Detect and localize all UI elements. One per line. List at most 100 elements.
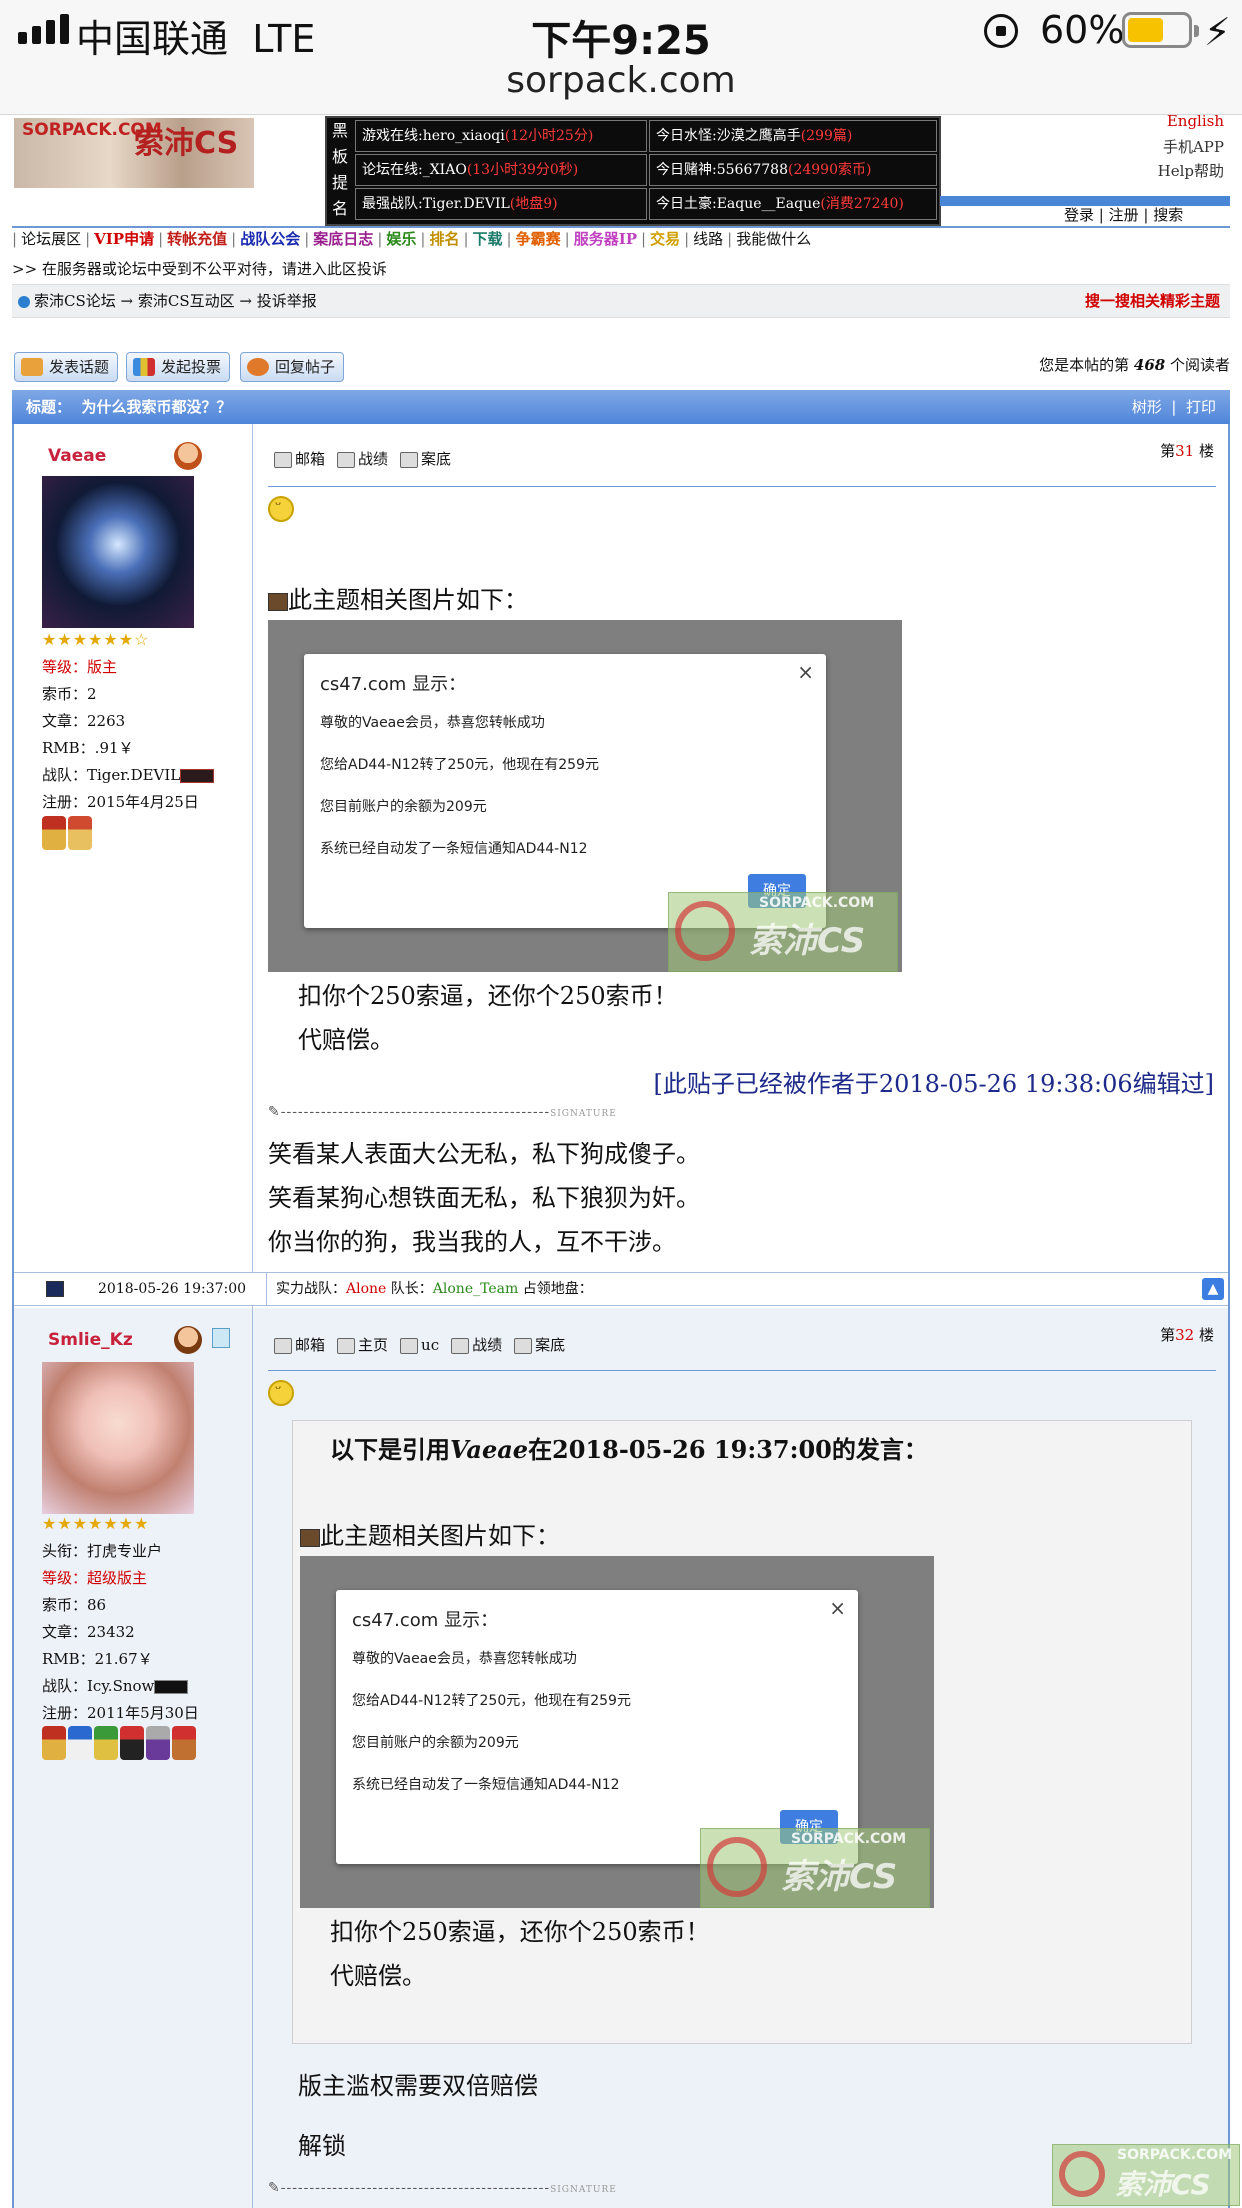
today-water-cell[interactable]: 今日水怪:沙漠之鹰高手(299篇) bbox=[649, 120, 937, 152]
today-rich-cell[interactable]: 今日土豪:Eaque__Eaque(消费27240) bbox=[649, 188, 937, 220]
floating-watermark-logo: SORPACK.COM 索沛CS bbox=[1052, 2144, 1240, 2206]
breadcrumb-bullet-icon bbox=[18, 296, 30, 308]
today-gambler-cell[interactable]: 今日赌神:55667788(24990索币) bbox=[649, 154, 937, 186]
nav-item[interactable]: 线路 bbox=[693, 230, 723, 248]
nav-item[interactable]: 争霸赛 bbox=[516, 230, 561, 248]
case-link[interactable]: 案底 bbox=[514, 1334, 565, 1355]
logo-cn-text: 索沛CS bbox=[134, 126, 239, 161]
register-link[interactable]: 注册 bbox=[1109, 206, 1139, 224]
nav-item[interactable]: 案底日志 bbox=[313, 230, 373, 248]
user-face-icon bbox=[174, 1326, 202, 1354]
captain-link[interactable]: Alone_Team bbox=[433, 1281, 518, 1297]
record-link[interactable]: 战绩 bbox=[337, 448, 388, 469]
print-link[interactable]: 打印 bbox=[1186, 398, 1216, 416]
close-icon: × bbox=[829, 1596, 846, 1620]
blackboard-side-label: 黑板提名 bbox=[331, 121, 348, 218]
close-icon: × bbox=[797, 660, 814, 684]
alert-dialog: cs47.com 显示： × 尊敬的Vaeae会员，恭喜您转帐成功 您给AD44… bbox=[304, 654, 826, 928]
english-link[interactable]: English bbox=[1167, 112, 1224, 130]
post31-attached-image[interactable]: cs47.com 显示： × 尊敬的Vaeae会员，恭喜您转帐成功 您给AD44… bbox=[268, 620, 902, 972]
image-icon bbox=[300, 1528, 320, 1547]
site-logo[interactable]: SORPACK.COM 索沛CS bbox=[14, 118, 254, 188]
post32-rank-stars: ★★★★★★★ bbox=[42, 1514, 150, 1533]
post31-rank-stars: ★★★★★★☆ bbox=[42, 630, 150, 649]
back-to-top-icon[interactable]: ▲ bbox=[1202, 1278, 1224, 1300]
medal-icon bbox=[146, 1726, 170, 1760]
mailbox-link[interactable]: 邮箱 bbox=[274, 1334, 325, 1355]
post31-text-1: 扣你个250索逼，还你个250索币！ bbox=[298, 982, 678, 1010]
quote-header: 以下是引用Vaeae在2018-05-26 19:37:00的发言： bbox=[330, 1435, 928, 1464]
rotation-lock-icon bbox=[984, 14, 1018, 48]
nav-item[interactable]: 战队公会 bbox=[240, 230, 300, 248]
homepage-link[interactable]: 主页 bbox=[337, 1334, 388, 1355]
nav-item[interactable]: 下载 bbox=[473, 230, 503, 248]
nav-item[interactable]: 服务器IP bbox=[574, 230, 637, 248]
mobile-app-link[interactable]: 手机APP bbox=[1163, 136, 1224, 157]
game-online-cell[interactable]: 游戏在线:hero_xiaoqi(12小时25分) bbox=[355, 120, 647, 152]
signature-divider: ✎---------------------------------------… bbox=[268, 1104, 617, 1120]
login-link[interactable]: 登录 bbox=[1064, 206, 1094, 224]
charging-bolt-icon: ⚡ bbox=[1204, 10, 1231, 54]
poll-chart-icon bbox=[133, 358, 155, 376]
smiley-icon bbox=[268, 1379, 294, 1406]
nav-item[interactable]: 我能做什么 bbox=[736, 230, 811, 248]
post31-rule bbox=[268, 486, 1216, 487]
quote-attached-image[interactable]: cs47.com 显示： × 尊敬的Vaeae会员，恭喜您转帐成功 您给AD44… bbox=[300, 1556, 934, 1908]
breadcrumb: 索沛CS论坛 → 索沛CS互动区 → 投诉举报 搜一搜相关精彩主题 bbox=[12, 284, 1230, 318]
nav-item[interactable]: VIP申请 bbox=[94, 230, 154, 248]
quote-image-caption: 此主题相关图片如下： bbox=[300, 1516, 560, 1551]
nav-item[interactable]: 论坛展区 bbox=[21, 230, 81, 248]
post32-avatar[interactable] bbox=[42, 1362, 194, 1514]
new-topic-button[interactable]: 发表话题 bbox=[14, 352, 119, 382]
uc-link[interactable]: uc bbox=[400, 1336, 439, 1354]
soldier-icon bbox=[337, 452, 356, 468]
new-poll-button[interactable]: 发起投票 bbox=[126, 352, 231, 382]
post32-reply-2: 解锁 bbox=[298, 2132, 346, 2160]
battery-percent: 60% bbox=[1040, 8, 1125, 52]
search-link[interactable]: 搜索 bbox=[1153, 206, 1183, 224]
post31-meta-bar: 2018-05-26 19:37:00 实力战队：Alone 队长：Alone_… bbox=[14, 1272, 1228, 1306]
post31-avatar[interactable] bbox=[42, 476, 194, 628]
nav-item[interactable]: 转帐充值 bbox=[167, 230, 227, 248]
case-link[interactable]: 案底 bbox=[400, 448, 451, 469]
image-icon bbox=[268, 592, 288, 611]
post31-image-caption: 此主题相关图片如下： bbox=[268, 580, 528, 615]
note-icon bbox=[212, 1328, 230, 1348]
complaint-notice[interactable]: >> 在服务器或论坛中受到不公平对待，请进入此区投诉 bbox=[12, 258, 387, 279]
quote-author[interactable]: Vaeae bbox=[450, 1435, 528, 1464]
topic-title-bar: 标题： 为什么我索币都没？？ 树形 | 打印 bbox=[12, 390, 1230, 424]
monitor-icon bbox=[514, 1338, 533, 1354]
post31-username[interactable]: Vaeae bbox=[48, 446, 106, 466]
medal-icon bbox=[68, 816, 92, 850]
breadcrumb-path[interactable]: 索沛CS论坛 → 索沛CS互动区 → 投诉举报 bbox=[34, 292, 317, 310]
medal-icon bbox=[172, 1726, 196, 1760]
mailbox-link[interactable]: 邮箱 bbox=[274, 448, 325, 469]
medal-icon bbox=[120, 1726, 144, 1760]
post31-text-2: 代赔偿。 bbox=[298, 1026, 394, 1054]
post31-tools: 邮箱 战绩 案底 bbox=[274, 448, 451, 469]
related-topics-search-link[interactable]: 搜一搜相关精彩主题 bbox=[1085, 285, 1220, 317]
strongest-team-cell[interactable]: 最强战队:Tiger.DEVIL(地盘9) bbox=[355, 188, 647, 220]
reader-count: 您是本帖的第 468 个阅读者 bbox=[1039, 356, 1230, 374]
team-link[interactable]: Alone bbox=[346, 1281, 386, 1297]
signature-divider: ✎---------------------------------------… bbox=[268, 2180, 617, 2196]
post32-medals bbox=[42, 1726, 196, 1760]
tree-view-link[interactable]: 树形 bbox=[1132, 398, 1162, 416]
topic-title: 为什么我索币都没？？ bbox=[81, 398, 232, 416]
nav-item[interactable]: 娱乐 bbox=[386, 230, 416, 248]
help-link[interactable]: Help帮助 bbox=[1158, 160, 1224, 181]
reply-button[interactable]: 回复帖子 bbox=[240, 352, 345, 382]
nav-item[interactable]: 排名 bbox=[429, 230, 459, 248]
post32-username[interactable]: Smlie_Kz bbox=[48, 1330, 133, 1350]
post31-edited-note: [此贴子已经被作者于2018-05-26 19:38:06编辑过] bbox=[653, 1070, 1214, 1098]
forum-online-cell[interactable]: 论坛在线:_XIAO(13小时39分0秒) bbox=[355, 154, 647, 186]
post31-user-info: 等级：版主 索币：2 文章：2263 RMB：.91￥ 战队：Tiger.DEV… bbox=[42, 654, 215, 816]
record-link[interactable]: 战绩 bbox=[451, 1334, 502, 1355]
address-bar-url[interactable]: sorpack.com bbox=[0, 60, 1242, 101]
quote-text-1: 扣你个250索逼，还你个250索币！ bbox=[330, 1918, 710, 1946]
medal-icon bbox=[42, 816, 66, 850]
medal-icon bbox=[68, 1726, 92, 1760]
nav-item[interactable]: 交易 bbox=[650, 230, 680, 248]
title-label: 标题： bbox=[26, 398, 72, 416]
post32-user-info: 头衔：打虎专业户 等级：超级版主 索币：86 文章：23432 RMB：21.6… bbox=[42, 1542, 199, 1722]
